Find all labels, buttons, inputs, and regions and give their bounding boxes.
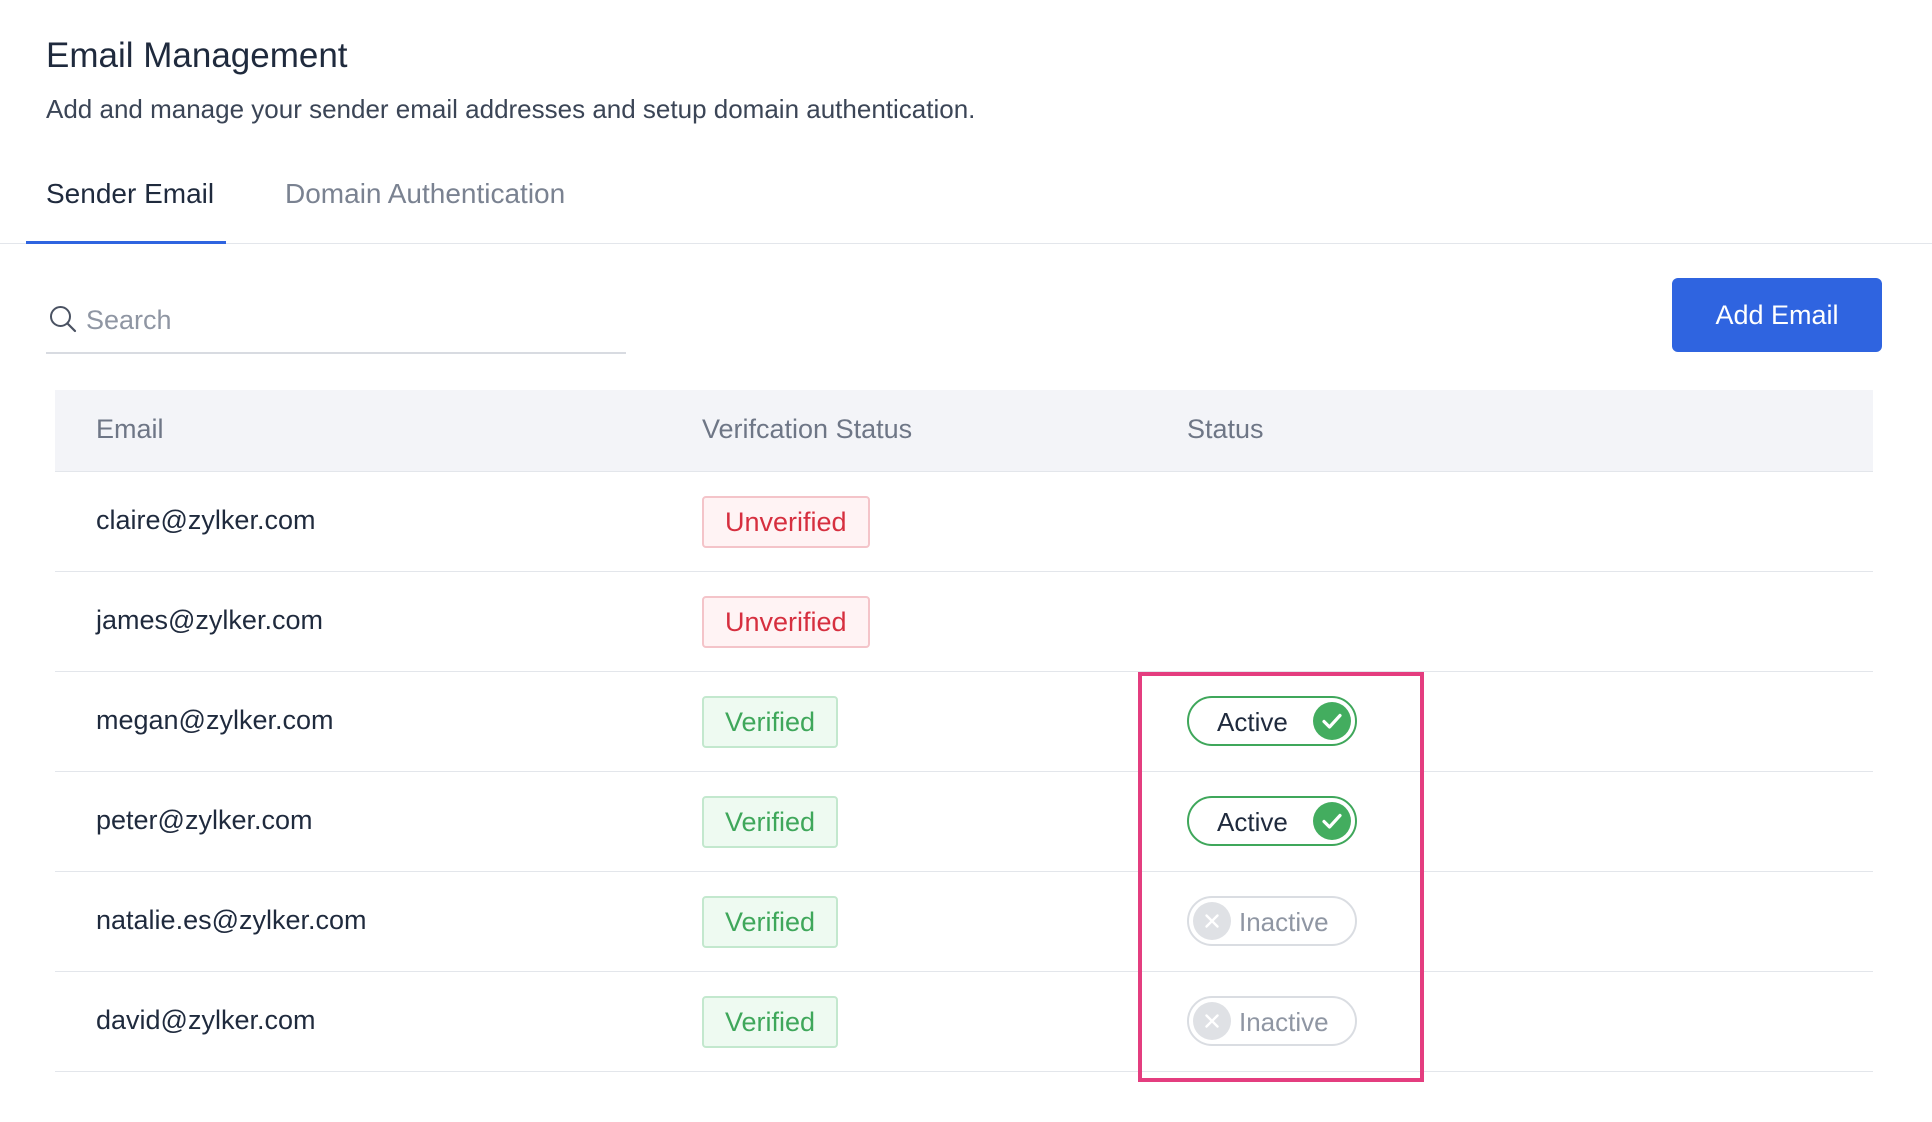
column-header-verification-status: Verifcation Status [702,414,913,444]
status-toggle[interactable]: Inactive [1187,996,1357,1046]
search-input[interactable] [86,296,616,344]
status-toggle[interactable]: Active [1187,696,1357,746]
email-cell: james@zylker.com [96,605,323,635]
verification-status-badge: Unverified [702,496,870,548]
status-toggle[interactable]: Inactive [1187,896,1357,946]
add-email-button[interactable]: Add Email [1672,278,1882,352]
email-cell: peter@zylker.com [96,805,313,835]
table-row: david@zylker.com Verified Inactive [55,972,1873,1072]
status-toggle-label: Active [1217,707,1288,737]
verification-status-badge: Verified [702,996,839,1048]
table-row: megan@zylker.com Verified Active [55,672,1873,772]
status-toggle-label: Inactive [1239,1007,1329,1037]
search-icon [48,304,78,334]
email-cell: claire@zylker.com [96,505,316,535]
page-title: Email Management [46,36,348,75]
tab-sender-email[interactable]: Sender Email [46,178,214,210]
check-circle-icon [1313,802,1351,840]
sender-email-table: Email Verifcation Status Status claire@z… [55,390,1873,1072]
verification-status-badge: Verified [702,696,839,748]
x-circle-icon [1193,1002,1231,1040]
tab-bar: Sender Email Domain Authentication [0,170,1932,244]
verification-status-badge: Verified [702,896,839,948]
table-row: claire@zylker.com Unverified [55,472,1873,572]
table-row: peter@zylker.com Verified Active [55,772,1873,872]
x-circle-icon [1193,902,1231,940]
tab-domain-authentication[interactable]: Domain Authentication [285,178,565,210]
page-subtitle: Add and manage your sender email address… [46,94,976,124]
verification-status-badge: Unverified [702,596,870,648]
email-cell: megan@zylker.com [96,705,334,735]
email-cell: david@zylker.com [96,1005,316,1035]
verification-status-badge: Verified [702,796,839,848]
status-toggle-label: Inactive [1239,907,1329,937]
check-circle-icon [1313,702,1351,740]
email-cell: natalie.es@zylker.com [96,905,367,935]
table-row: natalie.es@zylker.com Verified Inactive [55,872,1873,972]
column-header-status: Status [1187,414,1264,444]
table-row: james@zylker.com Unverified [55,572,1873,672]
search-bar [46,290,626,354]
column-header-email: Email [96,414,164,444]
active-tab-indicator [26,241,226,244]
status-toggle[interactable]: Active [1187,796,1357,846]
table-header: Email Verifcation Status Status [55,390,1873,472]
status-toggle-label: Active [1217,807,1288,837]
